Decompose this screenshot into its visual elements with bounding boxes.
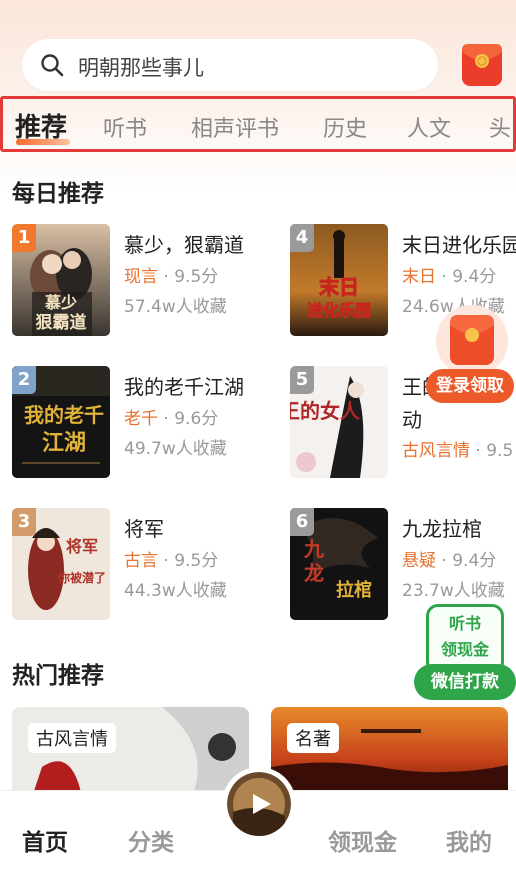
rank-badge: 4 [290, 224, 314, 252]
book-cover: 末日 进化乐园 4 [290, 224, 388, 336]
book-item-1[interactable]: 慕少 狠霸道 1 慕少，狠霸道 现言 · 9.5分 57.4w人收藏 [12, 224, 262, 339]
red-envelope-icon[interactable] [461, 42, 503, 88]
book-collect-count: 49.7w人收藏 [124, 439, 227, 459]
book-meta: 末日 · 9.4分 [402, 267, 497, 287]
search-icon [41, 54, 64, 77]
hot-card-2[interactable]: 名著 [271, 707, 508, 797]
svg-text:九: 九 [303, 537, 324, 561]
nav-home[interactable]: 首页 [22, 823, 68, 857]
cash-widget-line2: 领现金 [440, 640, 489, 659]
svg-text:龙: 龙 [304, 561, 324, 585]
book-title: 慕少，狠霸道 [124, 233, 244, 257]
tab-audiobook[interactable]: 听书 [103, 111, 147, 143]
daily-section-title: 每日推荐 [12, 181, 104, 207]
rank-badge: 6 [290, 508, 314, 536]
nav-profile[interactable]: 我的 [446, 823, 492, 857]
book-cover: 九 龙 拉棺 6 [290, 508, 388, 620]
login-reward-button[interactable]: 登录领取 [426, 369, 514, 403]
svg-text:狠霸道: 狠霸道 [36, 312, 87, 333]
book-collect-count: 57.4w人收藏 [124, 297, 227, 317]
rank-badge: 1 [12, 224, 36, 252]
book-item-3[interactable]: 将军 你被潜了 3 将军 古言 · 9.5分 44.3w人收藏 [12, 508, 262, 623]
book-title: 末日进化乐园 [402, 233, 516, 257]
hot-section-title: 热门推荐 [12, 663, 104, 689]
category-tabs: 推荐 听书 相声评书 历史 人文 头 [0, 96, 516, 152]
tab-history[interactable]: 历史 [323, 111, 367, 143]
nav-category[interactable]: 分类 [128, 823, 174, 857]
now-playing-button[interactable] [222, 767, 296, 841]
svg-text:末日: 末日 [319, 275, 359, 299]
hot-card-1[interactable]: 古风言情 [12, 707, 249, 797]
tab-headline[interactable]: 头 [489, 111, 511, 143]
book-meta: 古言 · 9.5分 [124, 551, 219, 571]
hot-card-tag: 古风言情 [28, 723, 116, 753]
svg-text:拉棺: 拉棺 [336, 579, 372, 601]
svg-text:你被潜了: 你被潜了 [57, 570, 106, 585]
tab-crosstalk[interactable]: 相声评书 [191, 111, 279, 143]
listen-cash-widget[interactable]: 听书 领现金 微信打款 [414, 604, 516, 700]
search-placeholder: 明朝那些事儿 [78, 56, 204, 80]
rank-badge: 5 [290, 366, 314, 394]
book-cover: 慕少 狠霸道 1 [12, 224, 110, 336]
svg-text:慕少: 慕少 [44, 293, 77, 312]
book-title: 九龙拉棺 [402, 517, 482, 541]
hot-card-tag: 名著 [287, 723, 339, 753]
nav-earn-cash[interactable]: 领现金 [328, 823, 397, 857]
now-playing-disc [227, 772, 291, 836]
svg-text:将军: 将军 [66, 537, 98, 556]
book-cover: 我的老千 江湖 2 [12, 366, 110, 478]
book-cover: 将军 你被潜了 3 [12, 508, 110, 620]
book-title: 我的老千江湖 [124, 375, 244, 399]
book-collect-count: 23.7w人收藏 [402, 581, 505, 601]
book-cover: 王的女人 5 [290, 366, 388, 478]
book-collect-count: 44.3w人收藏 [124, 581, 227, 601]
svg-text:江湖: 江湖 [42, 430, 86, 456]
svg-text:王的女人: 王的女人 [290, 399, 361, 423]
red-envelope-icon [436, 305, 508, 377]
login-reward-float[interactable]: 登录领取 [424, 303, 516, 403]
book-title: 将军 [124, 517, 164, 541]
search-bar[interactable]: 明朝那些事儿 [22, 39, 438, 91]
svg-text:我的老千: 我的老千 [24, 403, 104, 427]
book-meta: 老千 · 9.6分 [124, 409, 219, 429]
book-title-line2: 动 [402, 408, 422, 432]
header-background [0, 0, 516, 190]
cash-widget-line1: 听书 [448, 614, 481, 633]
rank-badge: 3 [12, 508, 36, 536]
book-meta: 悬疑 · 9.4分 [402, 551, 497, 571]
book-meta: 古风言情 · 9.5 [402, 441, 514, 461]
book-meta: 现言 · 9.5分 [124, 267, 219, 287]
book-item-2[interactable]: 我的老千 江湖 2 我的老千江湖 老千 · 9.6分 49.7w人收藏 [12, 366, 262, 481]
rank-badge: 2 [12, 366, 36, 394]
wechat-pay-button[interactable]: 微信打款 [414, 664, 516, 700]
active-tab-indicator [16, 139, 70, 145]
svg-text:进化乐园: 进化乐园 [307, 301, 371, 320]
tab-humanities[interactable]: 人文 [407, 111, 451, 143]
